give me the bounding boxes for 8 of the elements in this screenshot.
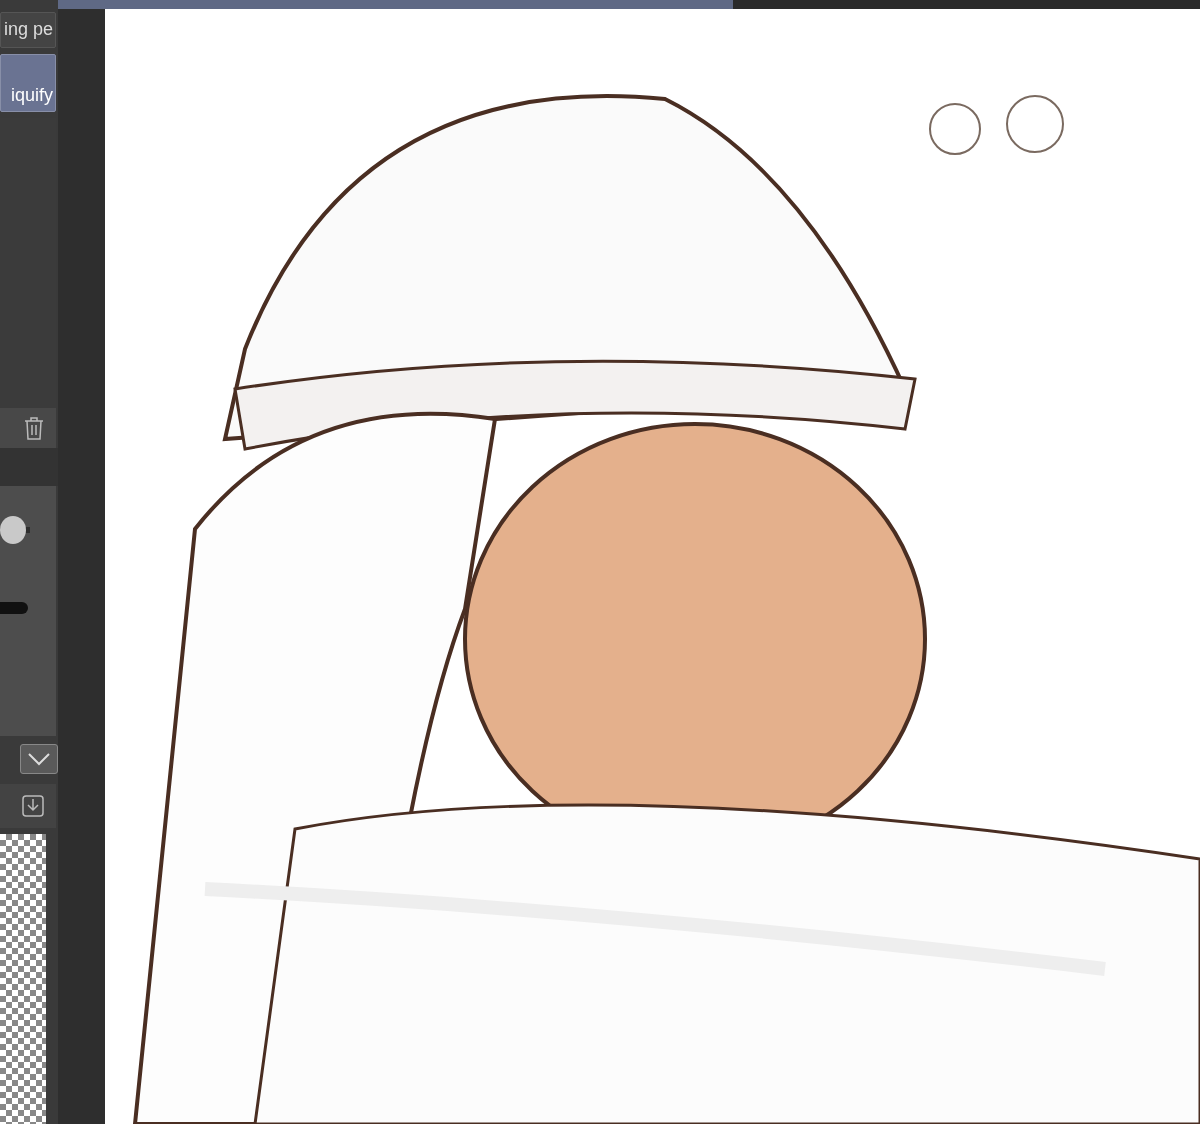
dropdown-button[interactable]: [20, 744, 58, 774]
import-icon[interactable]: [22, 795, 44, 817]
chevron-icon: [27, 752, 51, 766]
tool-button[interactable]: iquify: [0, 54, 56, 112]
layer-thumbnail[interactable]: [0, 834, 46, 1124]
brush-preview: [0, 602, 28, 614]
trash-icon[interactable]: [24, 416, 44, 440]
tool-button[interactable]: ing pe: [0, 12, 56, 48]
